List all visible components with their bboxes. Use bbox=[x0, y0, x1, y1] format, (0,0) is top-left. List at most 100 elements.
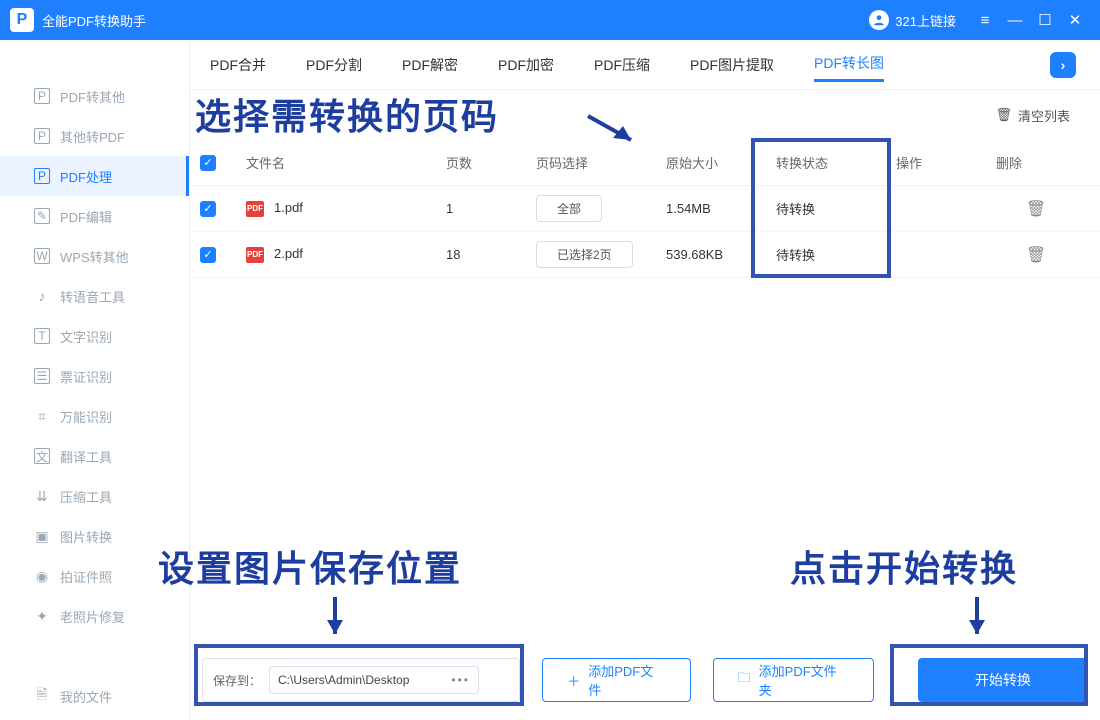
file-name: 2.pdf bbox=[274, 246, 303, 261]
file-size: 1.54MB bbox=[666, 201, 776, 216]
sidebar-item-label: PDF编辑 bbox=[60, 207, 112, 226]
sidebar-item-photo-restore[interactable]: ✦老照片修复 bbox=[0, 596, 189, 636]
add-pdf-folder-label: 添加PDF文件夹 bbox=[759, 661, 849, 699]
sidebar-item-receipt-ocr[interactable]: ☰票证识别 bbox=[0, 356, 189, 396]
col-del: 删除 bbox=[996, 153, 1076, 172]
avatar[interactable] bbox=[869, 10, 889, 30]
col-status: 转换状态 bbox=[776, 153, 896, 172]
sidebar-item-image-convert[interactable]: ▣ 图片转换 bbox=[0, 516, 189, 556]
sidebar-item-label: 图片转换 bbox=[60, 527, 112, 546]
sidebar-item-wps-to-other[interactable]: W WPS转其他 bbox=[0, 236, 189, 276]
file-status: 待转换 bbox=[776, 245, 896, 264]
wps-icon: W bbox=[34, 248, 50, 264]
tab-extract-image[interactable]: PDF图片提取 bbox=[690, 49, 774, 81]
sidebar-item-label: 万能识别 bbox=[60, 407, 112, 426]
sidebar-item-my-files[interactable]: 🗎 我的文件 bbox=[0, 676, 189, 716]
sidebar-item-translate[interactable]: 文翻译工具 bbox=[0, 436, 189, 476]
sidebar-item-pdf-to-other[interactable]: PPDF转其他 bbox=[0, 76, 189, 116]
app-title: 全能PDF转换助手 bbox=[42, 11, 146, 30]
sidebar-item-label: WPS转其他 bbox=[60, 247, 129, 266]
save-path-field[interactable]: C:\Users\Admin\Desktop ••• bbox=[269, 666, 479, 694]
image-icon: ▣ bbox=[34, 528, 50, 544]
start-convert-label: 开始转换 bbox=[975, 670, 1031, 690]
folder-icon: 🗀 bbox=[738, 669, 751, 691]
file-table: ✓ 文件名 页数 页码选择 原始大小 转换状态 操作 删除 ✓ PDF 1.pdf… bbox=[190, 140, 1100, 278]
camera-icon: ◉ bbox=[34, 568, 50, 584]
delete-row-button[interactable]: 🗑 bbox=[996, 245, 1076, 265]
tabs-more-button[interactable]: › bbox=[1050, 52, 1076, 78]
clear-list-button[interactable]: 🗑 清空列表 bbox=[995, 106, 1070, 125]
sidebar-item-general-ocr[interactable]: ⌗ 万能识别 bbox=[0, 396, 189, 436]
clear-list-label: 清空列表 bbox=[1018, 106, 1070, 125]
pdf-file-icon: PDF bbox=[246, 201, 264, 217]
row-checkbox[interactable]: ✓ bbox=[200, 247, 216, 263]
add-pdf-file-button[interactable]: ＋ 添加PDF文件 bbox=[542, 658, 690, 702]
pdf-icon: P bbox=[34, 168, 50, 184]
tab-decrypt[interactable]: PDF解密 bbox=[402, 49, 458, 81]
sidebar-item-ocr-text[interactable]: T 文字识别 bbox=[0, 316, 189, 356]
col-name: 文件名 bbox=[246, 153, 446, 172]
add-pdf-file-label: 添加PDF文件 bbox=[588, 661, 665, 699]
menu-icon[interactable]: ≡ bbox=[970, 12, 1000, 29]
restore-icon: ✦ bbox=[34, 608, 50, 624]
tab-compress[interactable]: PDF压缩 bbox=[594, 49, 650, 81]
page-select-button[interactable]: 全部 bbox=[536, 195, 602, 222]
col-op: 操作 bbox=[896, 153, 996, 172]
tab-split[interactable]: PDF分割 bbox=[306, 49, 362, 81]
sidebar-item-label: 压缩工具 bbox=[60, 487, 112, 506]
minimize-button[interactable]: — bbox=[1000, 12, 1030, 29]
sound-icon: ♪ bbox=[34, 288, 50, 304]
compress-icon: ⇊ bbox=[34, 488, 50, 504]
titlebar: P 全能PDF转换助手 321上链接 ≡ — ☐ ✕ bbox=[0, 0, 1100, 40]
maximize-button[interactable]: ☐ bbox=[1030, 11, 1060, 29]
file-pages: 1 bbox=[446, 201, 536, 216]
sidebar-item-pdf-process[interactable]: PPDF处理 bbox=[0, 156, 189, 196]
bottom-bar: 保存到： C:\Users\Admin\Desktop ••• ＋ 添加PDF文… bbox=[190, 650, 1100, 710]
receipt-icon: ☰ bbox=[34, 368, 50, 384]
doc-icon: T bbox=[34, 328, 50, 344]
plus-icon: ＋ bbox=[567, 671, 580, 690]
sidebar: PPDF转其他 P其他转PDF PPDF处理 ✎PDF编辑 WWPS转其他 ♪转… bbox=[0, 40, 190, 720]
close-button[interactable]: ✕ bbox=[1060, 11, 1090, 29]
sidebar-item-label: 翻译工具 bbox=[60, 447, 112, 466]
col-pagesel: 页码选择 bbox=[536, 153, 666, 172]
col-size: 原始大小 bbox=[666, 153, 776, 172]
sidebar-item-tts-tool[interactable]: ♪ 转语音工具 bbox=[0, 276, 189, 316]
table-row: ✓ PDF 1.pdf 1 全部 1.54MB 待转换 🗑 bbox=[190, 186, 1100, 232]
pdf-icon: P bbox=[34, 88, 50, 104]
file-size: 539.68KB bbox=[666, 247, 776, 262]
row-checkbox[interactable]: ✓ bbox=[200, 201, 216, 217]
tab-encrypt[interactable]: PDF加密 bbox=[498, 49, 554, 81]
sidebar-item-label: 其他转PDF bbox=[60, 127, 125, 146]
page-select-button[interactable]: 已选择2页 bbox=[536, 241, 633, 268]
sidebar-item-id-photo[interactable]: ◉拍证件照 bbox=[0, 556, 189, 596]
start-convert-button[interactable]: 开始转换 bbox=[918, 658, 1088, 702]
trash-icon: 🗑 bbox=[995, 107, 1012, 123]
save-path-value: C:\Users\Admin\Desktop bbox=[278, 673, 409, 687]
browse-button[interactable]: ••• bbox=[451, 673, 470, 687]
translate-icon: 文 bbox=[34, 448, 50, 464]
table-header: ✓ 文件名 页数 页码选择 原始大小 转换状态 操作 删除 bbox=[190, 140, 1100, 186]
delete-row-button[interactable]: 🗑 bbox=[996, 199, 1076, 219]
table-row: ✓ PDF2.pdf 18 已选择2页 539.68KB 待转换 🗑 bbox=[190, 232, 1100, 278]
sidebar-item-other-to-pdf[interactable]: P其他转PDF bbox=[0, 116, 189, 156]
user-label[interactable]: 321上链接 bbox=[895, 11, 956, 30]
col-pages: 页数 bbox=[446, 153, 536, 172]
tabs: PDF合并 PDF分割 PDF解密 PDF加密 PDF压缩 PDF图片提取 PD… bbox=[190, 40, 1100, 90]
scan-icon: ⌗ bbox=[34, 408, 50, 424]
app-logo: P bbox=[10, 8, 34, 32]
files-icon: 🗎 bbox=[34, 688, 50, 704]
file-pages: 18 bbox=[446, 247, 536, 262]
checkbox-all[interactable]: ✓ bbox=[200, 155, 216, 171]
main-panel: PDF合并 PDF分割 PDF解密 PDF加密 PDF压缩 PDF图片提取 PD… bbox=[190, 40, 1100, 720]
tab-merge[interactable]: PDF合并 bbox=[210, 49, 266, 81]
tab-to-long-image[interactable]: PDF转长图 bbox=[814, 47, 884, 82]
sidebar-item-pdf-edit[interactable]: ✎PDF编辑 bbox=[0, 196, 189, 236]
sidebar-item-label: 我的文件 bbox=[60, 687, 112, 706]
sidebar-item-label: 转语音工具 bbox=[60, 287, 125, 306]
file-name: 1.pdf bbox=[274, 200, 303, 215]
sidebar-item-compress[interactable]: ⇊ 压缩工具 bbox=[0, 476, 189, 516]
file-status: 待转换 bbox=[776, 199, 896, 218]
add-pdf-folder-button[interactable]: 🗀 添加PDF文件夹 bbox=[713, 658, 874, 702]
sidebar-item-label: 文字识别 bbox=[60, 327, 112, 346]
